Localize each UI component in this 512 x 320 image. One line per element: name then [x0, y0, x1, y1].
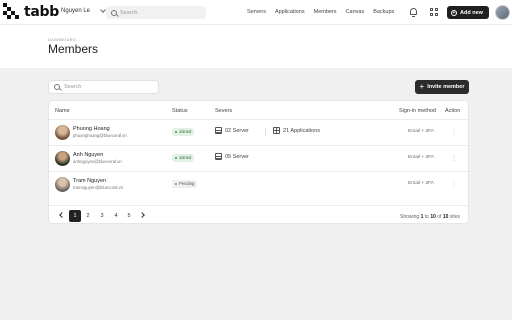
search-icon	[54, 84, 60, 90]
nav-item-backups[interactable]: Backups	[373, 9, 394, 15]
application-icon	[273, 127, 280, 134]
member-search-placeholder: Search	[64, 84, 82, 90]
next-page-button[interactable]	[137, 210, 149, 222]
more-actions-icon[interactable]: ⋮	[451, 181, 457, 188]
search-icon	[111, 9, 117, 16]
avatar	[55, 177, 70, 192]
nav-item-members[interactable]: Members	[314, 9, 337, 15]
status-badge: Joined	[172, 128, 195, 136]
user-avatar[interactable]	[495, 5, 510, 20]
page-title: Members	[48, 42, 99, 56]
results-summary: Showing 1 to 10 of 10 sites	[400, 214, 461, 220]
application-count-text: 21 Applications	[283, 127, 320, 134]
server-count[interactable]: 05 Server	[215, 153, 249, 160]
application-count[interactable]: 21 Applications	[273, 127, 320, 134]
signin-method: Email + 2FA	[408, 155, 434, 160]
user-switcher[interactable]: Nguyen Le	[61, 7, 106, 14]
top-bar: tabb Nguyen Le Search Servers Applicatio…	[0, 0, 512, 25]
more-actions-icon[interactable]: ⋮	[451, 129, 457, 136]
column-header-action: Action	[445, 108, 461, 114]
previous-page-button[interactable]	[55, 210, 67, 222]
more-actions-icon[interactable]: ⋮	[451, 155, 457, 162]
nav-item-canvas[interactable]: Canvas	[346, 9, 365, 15]
chevron-left-icon	[59, 212, 65, 218]
signin-method: Email + 2FA	[408, 181, 434, 186]
member-name: Tram Nguyen	[73, 178, 107, 184]
page-header: DASHBOARD Members	[0, 25, 512, 68]
signin-method: Email + 2FA	[408, 129, 434, 134]
members-table: Name Status Severs Sign-in method Action…	[48, 100, 469, 224]
pagination: 1 2 3 4 5 Showing 1 to 10 of 10 sites	[49, 205, 468, 225]
member-email: tramnguyen@bluecoral.vn	[73, 185, 124, 190]
member-search-input[interactable]: Search	[48, 80, 159, 94]
page-button[interactable]: 2	[82, 210, 94, 222]
column-header-name: Name	[55, 108, 70, 114]
table-row[interactable]: Tram Nguyen tramnguyen@bluecoral.vn Pend…	[49, 171, 468, 197]
member-email: anhnguyen@bluecoral.vn	[73, 159, 122, 164]
table-row[interactable]: Phuong Hoang phuonghoang@bluecoral.vn Jo…	[49, 119, 468, 145]
avatar	[55, 125, 70, 140]
server-icon	[215, 127, 222, 134]
logo-text: tabb	[24, 3, 59, 20]
column-header-servers: Severs	[215, 108, 233, 114]
bell-icon[interactable]	[410, 8, 417, 17]
chevron-down-icon	[100, 7, 106, 13]
status-badge: Joined	[172, 154, 195, 162]
add-new-button[interactable]: + Add new	[447, 6, 489, 19]
global-search-placeholder: Search	[120, 9, 138, 16]
server-count-text: 02 Server	[225, 127, 249, 134]
status-badge: Pending	[172, 180, 198, 188]
nav-item-applications[interactable]: Applications	[275, 9, 305, 15]
column-header-status: Status	[172, 108, 188, 114]
nav-item-servers[interactable]: Servers	[247, 9, 266, 15]
invite-member-button[interactable]: + Invite member	[415, 80, 469, 94]
main-nav: Servers Applications Members Canvas Back…	[247, 9, 394, 15]
global-search-input[interactable]: Search	[106, 6, 206, 19]
member-name: Anh Nguyen	[73, 152, 104, 158]
server-count[interactable]: 02 Server	[215, 127, 249, 134]
add-new-label: Add new	[460, 9, 483, 16]
avatar	[55, 151, 70, 166]
member-email: phuonghoang@bluecoral.vn	[73, 133, 127, 138]
divider	[265, 128, 266, 136]
logo[interactable]: tabb	[3, 3, 59, 20]
server-icon	[215, 153, 222, 160]
apps-grid-icon[interactable]	[430, 8, 438, 16]
page-button[interactable]: 5	[123, 210, 135, 222]
page-button[interactable]: 1	[69, 210, 81, 222]
logo-mark-icon	[3, 3, 20, 20]
user-switcher-name: Nguyen Le	[61, 8, 91, 14]
chevron-right-icon	[139, 212, 145, 218]
table-row[interactable]: Anh Nguyen anhnguyen@bluecoral.vn Joined…	[49, 145, 468, 171]
page-button[interactable]: 3	[96, 210, 108, 222]
member-name: Phuong Hoang	[73, 126, 110, 132]
page-button[interactable]: 4	[110, 210, 122, 222]
column-header-signin: Sign-in method	[399, 108, 436, 114]
plus-circle-icon: +	[451, 9, 457, 16]
invite-member-label: Invite member	[427, 84, 465, 90]
server-count-text: 05 Server	[225, 153, 249, 160]
plus-icon: +	[419, 82, 425, 91]
